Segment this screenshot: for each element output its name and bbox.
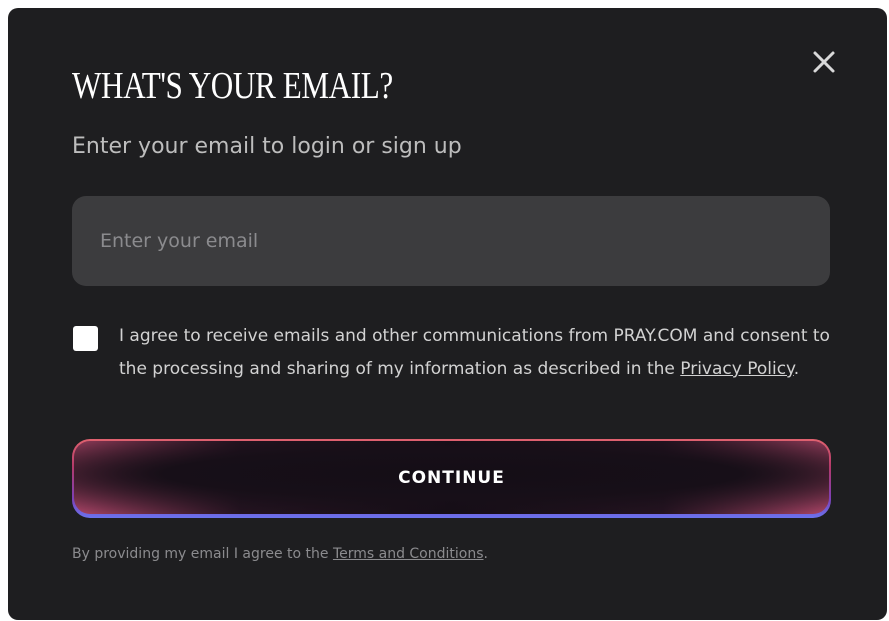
email-input[interactable] [72, 196, 830, 286]
continue-button-frame[interactable]: CONTINUE [72, 439, 831, 518]
modal-title: WHAT'S YOUR EMAIL? [72, 65, 393, 107]
consent-text-end: . [793, 359, 800, 379]
terms-footer-text: By providing my email I agree to the [72, 546, 333, 562]
consent-checkbox[interactable] [73, 326, 98, 351]
terms-footer-end: . [483, 546, 488, 562]
terms-and-conditions-link[interactable]: Terms and Conditions [333, 546, 484, 562]
close-button[interactable] [808, 46, 840, 78]
modal-subtitle: Enter your email to login or sign up [72, 134, 462, 159]
consent-text: I agree to receive emails and other comm… [119, 320, 834, 386]
close-icon [813, 51, 835, 73]
terms-footer: By providing my email I agree to the Ter… [72, 546, 488, 562]
email-modal: WHAT'S YOUR EMAIL? Enter your email to l… [8, 8, 887, 620]
continue-button[interactable]: CONTINUE [74, 441, 829, 514]
privacy-policy-link[interactable]: Privacy Policy [680, 359, 793, 379]
